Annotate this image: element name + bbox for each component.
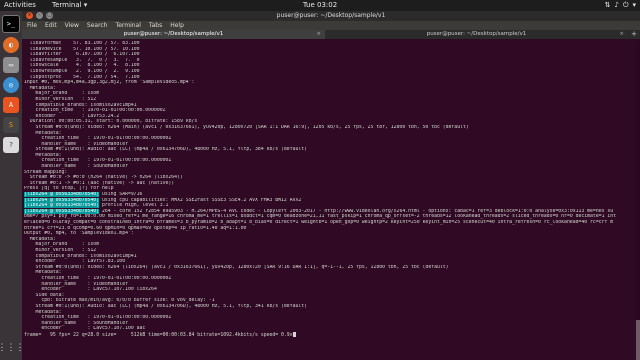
menu-bar: File Edit View Search Terminal Tabs Help — [22, 21, 640, 30]
line-text: Input #0, mov,mp4,m4a,3gp,3g2,mj2, from … — [24, 80, 195, 86]
line-text: compatible_brands: isomiso2avc1mp41 — [24, 102, 137, 108]
sublime-text-icon[interactable]: S — [3, 117, 19, 133]
menu-tabs[interactable]: Tabs — [149, 21, 162, 30]
tab-2[interactable]: puser@puser: ~/Desktop/sample/v1 × — [325, 30, 628, 39]
line-text: handler_name : SoundHandler — [24, 320, 128, 326]
line-text: libswscale 4. 8.100 / 4. 8.100 — [24, 63, 140, 69]
line-text: libswresample 2. 9.100 / 2. 9.100 — [24, 68, 140, 74]
show-applications-icon[interactable]: ⋮⋮⋮ — [0, 340, 25, 356]
tab-1[interactable]: puser@puser: ~/Desktop/sample/v1 × — [22, 30, 325, 39]
line-text: erlaced=0 bluray_compat=0 constrained_in… — [24, 220, 614, 225]
line-text: handler_name : SoundHandler — [24, 164, 128, 170]
line-text: handler_name : VideoHandler — [24, 141, 128, 147]
line-text: major_brand : isom — [24, 242, 100, 248]
log-prefix: [libx264 @ 0x56334d070540] — [24, 197, 100, 203]
line-text: Duration: 00:00:05.31, start: 0.000000, … — [24, 119, 198, 125]
line-text: Metadata: — [24, 152, 62, 158]
menu-search[interactable]: Search — [87, 21, 108, 30]
line-text: creation_time : 1970-01-01T00:00:00.0000… — [24, 158, 172, 164]
line-text: Stream #0:0(und): Video: h264 (libx264) … — [24, 264, 449, 270]
line-text: Stream #0:0 -> #0:0 (h264 (native) -> h2… — [24, 175, 183, 181]
line-text: Stream #0:1 -> #0:1 (aac (native) -> aac… — [24, 180, 175, 186]
menu-file[interactable]: File — [27, 21, 37, 30]
line-text: minor_version : 512 — [24, 96, 97, 102]
line-text: Stream #0:1(und): Audio: aac (LC) (mp4a … — [24, 303, 308, 309]
menu-terminal[interactable]: Terminal — [116, 21, 141, 30]
line-text: minor_version : 512 — [24, 247, 97, 253]
line-text: Metadata: — [24, 236, 56, 242]
tab-label: puser@puser: ~/Desktop/sample/v1 — [426, 31, 527, 37]
menu-help[interactable]: Help — [170, 21, 184, 30]
line-text: libavfilter 6.107.100 / 6.107.100 — [24, 52, 140, 58]
files-icon[interactable]: ▭ — [3, 57, 19, 73]
line-text: encoder : Lavc57.107.100 libx264 — [24, 287, 157, 293]
tab-label: puser@puser: ~/Desktop/sample/v1 — [123, 31, 224, 37]
tab-bar: puser@puser: ~/Desktop/sample/v1 × puser… — [22, 30, 640, 39]
line-text: creation_time : 1970-01-01T00:00:00.0000… — [24, 136, 172, 142]
log-prefix: [libx264 @ 0x56334d070540] — [24, 203, 100, 209]
line-text: Side data: — [24, 292, 65, 298]
line-text: creation_time : 1970-01-01T00:00:00.0000… — [24, 108, 166, 114]
window-titlebar[interactable]: × – □ puser@puser: ~/Desktop/sample/v1 — [22, 11, 640, 21]
line-text: creation_time : 1970-01-01T00:00:00.0000… — [24, 315, 172, 321]
line-text: libavdevice 57. 10.100 / 57. 10.100 — [24, 46, 140, 52]
network-icon: ⇅ — [604, 1, 611, 9]
line-text: Metadata: — [24, 130, 62, 136]
line-text: compatible_brands: isomiso2avc1mp41 — [24, 253, 137, 259]
line-text: handler_name : VideoHandler — [24, 281, 128, 287]
line-text: Stream mapping: — [24, 169, 68, 175]
dock: >_ ◐ ▭ ◎ A S ? ⋮⋮⋮ — [0, 11, 25, 360]
scrollbar-thumb[interactable] — [636, 320, 640, 360]
line-text: Metadata: — [24, 85, 56, 91]
line-text: btree=1 crf=23.0 qcomp=0.60 qpmin=0 qpma… — [24, 225, 247, 231]
new-tab-button[interactable]: + — [628, 30, 640, 39]
line-text: Output #0, mp4, to 'SampleVideo1.mp4': — [24, 231, 134, 237]
line-text: Stream #0:1(und): Audio: aac (LC) (mp4a … — [24, 147, 308, 153]
log-prefix: [libx264 @ 0x56334d070540] — [24, 208, 100, 214]
line-text: encoder : Lavc57.107.100 aac — [24, 326, 146, 332]
line-text: major_brand : isom — [24, 91, 100, 97]
line-text: libavresample 3. 7. 0 / 3. 7. 0 — [24, 57, 140, 63]
line-text: Press [q] to stop, [?] for help — [24, 186, 114, 192]
close-tab-icon[interactable]: × — [619, 30, 624, 39]
terminal-window: × – □ puser@puser: ~/Desktop/sample/v1 F… — [22, 11, 640, 360]
line-text: using SAR=9/16 — [99, 192, 143, 198]
line-text: cpb: bitrate max/min/avg: 0/0/0 buffer s… — [24, 298, 215, 304]
close-tab-icon[interactable]: × — [316, 30, 321, 39]
chevron-down-icon: ▾ — [632, 1, 636, 9]
top-panel: Activities Terminal ▾ Tue 03:02 ⇅ ♪ ⏻ ▾ — [0, 0, 640, 11]
log-prefix: [libx264 @ 0x56334d070540] — [24, 192, 100, 198]
software-center-icon[interactable]: A — [3, 97, 19, 113]
line-text: Metadata: — [24, 309, 62, 315]
line-text: creation_time : 1970-01-01T00:00:00.0000… — [24, 275, 172, 281]
system-tray[interactable]: ⇅ ♪ ⏻ ▾ — [605, 0, 636, 11]
line-text: Metadata: — [24, 270, 62, 276]
line-text: frame= 95 fps= 22 q=28.0 size= 512kB tim… — [24, 332, 293, 338]
line-text: libavformat 57. 83.100 / 57. 83.100 — [24, 41, 140, 46]
volume-icon: ♪ — [614, 1, 619, 9]
line-text: profile High, level 3.1 — [99, 203, 169, 209]
scrollbar[interactable] — [636, 41, 640, 360]
line-text: using cpu capabilities: MMX2 SSE2Fast SS… — [99, 197, 302, 203]
chromium-icon[interactable]: ◎ — [3, 77, 19, 93]
line-text: bme=7 psy=1 psy_rd=1.00:0.00 mixed_ref=1… — [24, 214, 617, 220]
clock[interactable]: Tue 03:02 — [0, 0, 640, 11]
line-text: encoder : Lavf57.83.100 — [24, 259, 126, 265]
line-text: Stream #0:0(und): Video: h264 (Main) (av… — [24, 124, 469, 130]
power-icon: ⏻ — [622, 1, 629, 9]
menu-edit[interactable]: Edit — [45, 21, 57, 30]
terminal-line: frame= 95 fps= 22 q=28.0 size= 512kB tim… — [24, 331, 634, 338]
cursor — [292, 331, 296, 337]
terminal-icon[interactable]: >_ — [2, 15, 20, 33]
menu-view[interactable]: View — [65, 21, 79, 30]
line-text: encoder : Lavf53.24.2 — [24, 113, 120, 119]
terminal-output[interactable]: libavformat 57. 83.100 / 57. 83.100 liba… — [24, 41, 634, 358]
window-title: puser@puser: ~/Desktop/sample/v1 — [276, 12, 386, 19]
firefox-icon[interactable]: ◐ — [3, 37, 19, 53]
line-text: 264 - core 152 r2854 e9a5903 - H.264/MPE… — [99, 208, 614, 214]
line-text: libpostproc 54. 7.100 / 54. 7.100 — [24, 74, 140, 80]
help-icon[interactable]: ? — [3, 137, 19, 153]
